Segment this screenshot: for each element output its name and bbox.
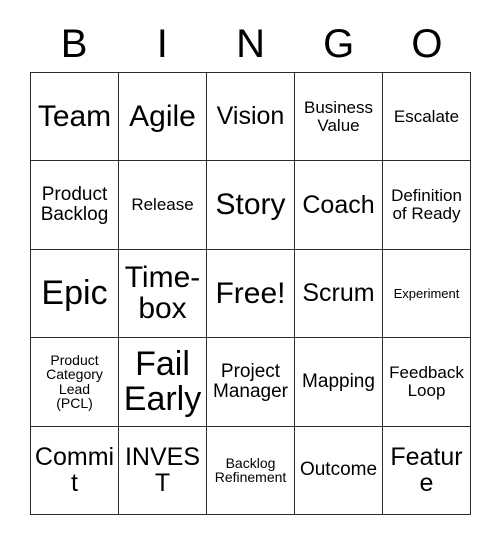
bingo-cell-label: Story (215, 188, 286, 222)
bingo-cell[interactable]: Mapping (295, 338, 383, 427)
bingo-cell-label: Backlog Refinement (214, 454, 287, 486)
bingo-cell-label: Team (37, 99, 112, 133)
bingo-cell[interactable]: Agile (119, 73, 207, 162)
header-letter-o: O (411, 22, 443, 66)
bingo-cell-label: Definition of Ready (391, 186, 462, 224)
bingo-cell-label: Epic (41, 274, 108, 313)
bingo-cell-label: Mapping (302, 370, 375, 392)
bingo-cell-label: Escalate (393, 106, 460, 126)
bingo-cell-label: Product Category Lead (PCL) (46, 351, 103, 412)
bingo-header: B I N G O (30, 18, 471, 70)
bingo-cell-label: Agile (129, 99, 196, 133)
bingo-cell-label: Feature (390, 442, 463, 498)
bingo-cell[interactable]: Feature (383, 426, 471, 515)
bingo-cell[interactable]: Commit (31, 426, 119, 515)
bingo-cell[interactable]: Vision (207, 73, 295, 162)
bingo-cell-label: Time- box (124, 261, 201, 326)
bingo-cell[interactable]: Fail Early (119, 338, 207, 427)
bingo-cell[interactable]: Time- box (119, 249, 207, 339)
header-letter-b: B (60, 22, 88, 66)
bingo-cell[interactable]: Experiment (383, 249, 471, 339)
bingo-cell[interactable]: Feedback Loop (383, 338, 471, 427)
bingo-cell[interactable]: Epic (31, 249, 119, 339)
bingo-cell[interactable]: Scrum (295, 249, 383, 339)
bingo-cell[interactable]: Project Manager (207, 338, 295, 427)
bingo-cell[interactable]: Escalate (383, 73, 471, 162)
bingo-cell-label: Product Backlog (40, 184, 109, 226)
bingo-cell[interactable]: Coach (295, 161, 383, 250)
bingo-cell-label: Outcome (299, 459, 378, 481)
bingo-cell-label: INVEST (124, 442, 201, 498)
bingo-grid: Team Agile Vision Business Value Escalate Pro… (30, 72, 471, 515)
bingo-cell-label: Vision (216, 102, 285, 131)
bingo-card: B I N G O Team Agile Vision Business Value E… (0, 0, 500, 544)
bingo-cell[interactable]: Definition of Ready (383, 161, 471, 250)
bingo-cell-label: Scrum (302, 279, 375, 308)
bingo-cell[interactable]: Story (207, 161, 295, 250)
bingo-cell[interactable]: Backlog Refinement (207, 426, 295, 515)
bingo-cell[interactable]: Product Category Lead (PCL) (31, 338, 119, 427)
bingo-cell[interactable]: Outcome (295, 426, 383, 515)
bingo-cell[interactable]: Team (31, 73, 119, 162)
bingo-cell-label: Commit (34, 442, 115, 498)
bingo-cell-label: Feedback Loop (389, 363, 464, 400)
bingo-cell-free[interactable]: Free! (207, 249, 295, 339)
bingo-cell-label: Fail Early (123, 344, 202, 418)
bingo-cell-label: Free! (215, 276, 286, 310)
header-letter-g: G (323, 22, 355, 66)
bingo-cell-label: Project Manager (213, 361, 288, 402)
bingo-cell[interactable]: INVEST (119, 426, 207, 515)
header-letter-i: I (156, 22, 168, 66)
bingo-cell-label: Coach (302, 190, 375, 219)
bingo-cell-label: Experiment (393, 285, 460, 301)
bingo-cell-label: Release (131, 195, 194, 215)
bingo-cell[interactable]: Business Value (295, 73, 383, 162)
bingo-cell-label: Business Value (304, 98, 373, 135)
bingo-cell[interactable]: Product Backlog (31, 161, 119, 250)
bingo-cell[interactable]: Release (119, 161, 207, 250)
header-letter-n: N (236, 22, 265, 66)
